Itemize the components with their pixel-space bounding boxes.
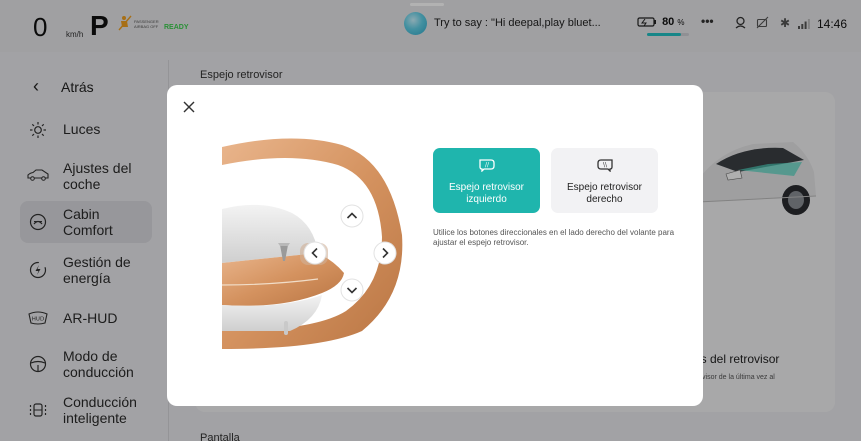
svg-text://: // [485,162,490,169]
chevron-right-icon[interactable] [372,240,398,266]
chevron-up-icon[interactable] [339,203,365,229]
chevron-down-icon[interactable] [339,277,365,303]
right-mirror-button[interactable]: \\ Espejo retrovisor derecho [551,148,658,213]
chevron-left-button-icon[interactable] [302,240,328,266]
left-mirror-button[interactable]: // Espejo retrovisor izquierdo [433,148,540,213]
mirror-adjust-dialog: // Espejo retrovisor izquierdo \\ Espejo… [167,85,703,406]
svg-text:\\: \\ [603,162,608,169]
close-icon[interactable] [181,99,197,115]
left-mirror-label: Espejo retrovisor izquierdo [448,182,525,205]
right-mirror-label: Espejo retrovisor derecho [566,182,643,205]
left-mirror-icon: // [479,159,495,172]
right-mirror-icon: \\ [597,159,613,172]
mirror-adjust-hint: Utilice los botones direccionales en el … [433,228,675,247]
